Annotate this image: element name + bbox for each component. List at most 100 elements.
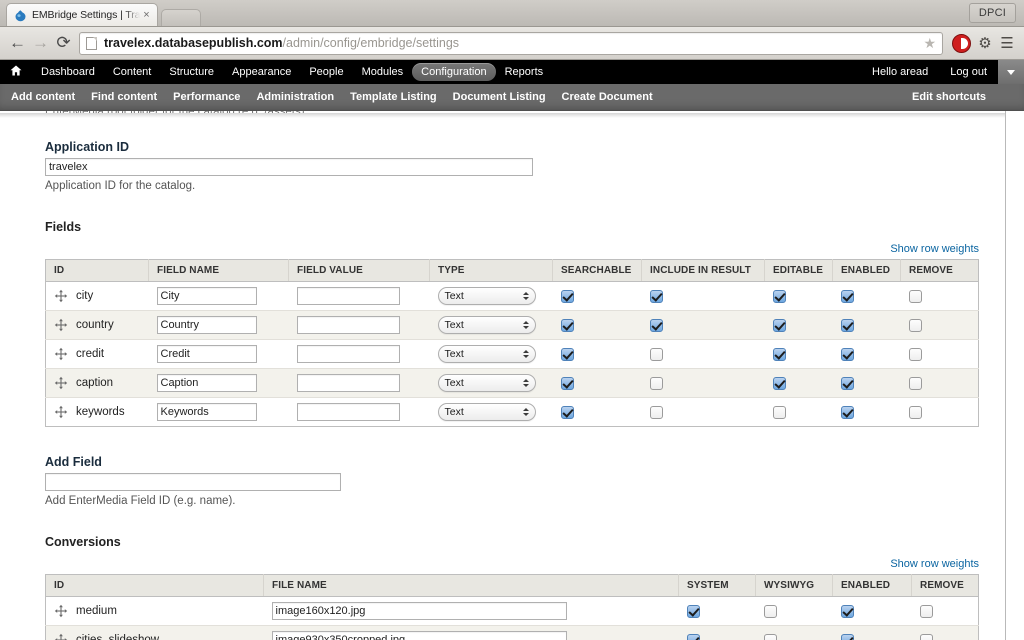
editable-checkbox[interactable] bbox=[772, 318, 786, 332]
row-id-label: caption bbox=[76, 377, 114, 389]
type-select[interactable]: Text bbox=[437, 403, 536, 421]
drag-handle-icon[interactable] bbox=[54, 376, 68, 390]
shortcut-administration[interactable]: Administration bbox=[256, 91, 334, 103]
type-select[interactable]: Text bbox=[437, 316, 536, 334]
bookmark-star-icon[interactable]: ★ bbox=[917, 35, 936, 52]
field-value-input[interactable] bbox=[296, 287, 400, 305]
system-checkbox[interactable] bbox=[686, 633, 700, 640]
gear-icon[interactable]: ⚙ bbox=[974, 34, 996, 52]
toolbar-item-structure[interactable]: Structure bbox=[160, 63, 223, 81]
searchable-checkbox[interactable] bbox=[560, 347, 574, 361]
stepper-arrows-icon bbox=[522, 292, 529, 300]
drag-handle-icon[interactable] bbox=[54, 604, 68, 618]
toolbar-item-reports[interactable]: Reports bbox=[496, 63, 553, 81]
type-select[interactable]: Text bbox=[437, 287, 536, 305]
field-name-input[interactable] bbox=[156, 345, 257, 363]
field-value-input[interactable] bbox=[296, 345, 400, 363]
url-domain: travelex.databasepublish.com bbox=[104, 36, 283, 50]
logout-link[interactable]: Log out bbox=[939, 63, 998, 81]
editable-checkbox[interactable] bbox=[772, 405, 786, 419]
cell-remove bbox=[911, 596, 979, 626]
shortcut-create-document[interactable]: Create Document bbox=[562, 91, 653, 103]
dpci-button[interactable]: DPCI bbox=[968, 3, 1016, 23]
forward-icon[interactable]: → bbox=[29, 32, 52, 55]
type-select[interactable]: Text bbox=[437, 374, 536, 392]
edit-shortcuts-link[interactable]: Edit shortcuts bbox=[912, 91, 986, 103]
drag-handle-icon[interactable] bbox=[54, 405, 68, 419]
toolbar-item-modules[interactable]: Modules bbox=[353, 63, 413, 81]
toolbar-item-configuration[interactable]: Configuration bbox=[412, 63, 496, 81]
enabled-checkbox[interactable] bbox=[840, 289, 854, 303]
show-row-weights-link-fields[interactable]: Show row weights bbox=[890, 243, 979, 255]
chevron-down-icon bbox=[1007, 69, 1015, 75]
searchable-checkbox[interactable] bbox=[560, 289, 574, 303]
toolbar-item-people[interactable]: People bbox=[300, 63, 352, 81]
editable-checkbox[interactable] bbox=[772, 376, 786, 390]
add-field-input[interactable] bbox=[45, 473, 341, 491]
home-icon[interactable] bbox=[10, 65, 22, 79]
drag-handle-icon[interactable] bbox=[54, 289, 68, 303]
searchable-checkbox[interactable] bbox=[560, 376, 574, 390]
enabled-checkbox[interactable] bbox=[840, 376, 854, 390]
hamburger-menu-icon[interactable]: ☰ bbox=[996, 34, 1018, 52]
field-name-input[interactable] bbox=[156, 287, 257, 305]
drag-handle-icon[interactable] bbox=[54, 347, 68, 361]
remove-checkbox[interactable] bbox=[919, 633, 933, 640]
remove-checkbox[interactable] bbox=[908, 347, 922, 361]
include-in-result-checkbox[interactable] bbox=[649, 289, 663, 303]
include-in-result-checkbox[interactable] bbox=[649, 347, 663, 361]
remove-checkbox[interactable] bbox=[919, 604, 933, 618]
searchable-checkbox[interactable] bbox=[560, 405, 574, 419]
include-in-result-checkbox[interactable] bbox=[649, 405, 663, 419]
address-bar[interactable]: travelex.databasepublish.com/admin/confi… bbox=[79, 31, 943, 55]
remove-checkbox[interactable] bbox=[908, 289, 922, 303]
field-name-input[interactable] bbox=[156, 374, 257, 392]
application-id-input[interactable] bbox=[45, 158, 533, 176]
remove-checkbox[interactable] bbox=[908, 318, 922, 332]
system-checkbox[interactable] bbox=[686, 604, 700, 618]
shortcut-document-listing[interactable]: Document Listing bbox=[453, 91, 546, 103]
enabled-checkbox[interactable] bbox=[840, 633, 854, 640]
enabled-checkbox[interactable] bbox=[840, 318, 854, 332]
shortcut-add-content[interactable]: Add content bbox=[11, 91, 75, 103]
editable-checkbox[interactable] bbox=[772, 289, 786, 303]
user-greeting[interactable]: Hello aread bbox=[861, 63, 939, 81]
back-icon[interactable]: ← bbox=[6, 32, 29, 55]
col-remove: REMOVE bbox=[900, 259, 979, 282]
new-tab-button[interactable] bbox=[161, 9, 201, 26]
toolbar-item-content[interactable]: Content bbox=[104, 63, 161, 81]
field-value-input[interactable] bbox=[296, 403, 400, 421]
shortcut-performance[interactable]: Performance bbox=[173, 91, 240, 103]
include-in-result-checkbox[interactable] bbox=[649, 376, 663, 390]
wysiwyg-checkbox[interactable] bbox=[763, 633, 777, 640]
file-name-input[interactable] bbox=[271, 602, 567, 620]
drag-handle-icon[interactable] bbox=[54, 318, 68, 332]
shortcut-template-listing[interactable]: Template Listing bbox=[350, 91, 437, 103]
cell-wysiwyg bbox=[756, 626, 833, 640]
field-value-input[interactable] bbox=[296, 374, 400, 392]
wysiwyg-checkbox[interactable] bbox=[763, 604, 777, 618]
type-select[interactable]: Text bbox=[437, 345, 536, 363]
close-icon[interactable]: × bbox=[140, 9, 153, 22]
adblock-icon[interactable] bbox=[952, 33, 971, 53]
toolbar-item-dashboard[interactable]: Dashboard bbox=[32, 63, 104, 81]
remove-checkbox[interactable] bbox=[908, 376, 922, 390]
reload-icon[interactable]: ⟳ bbox=[52, 32, 75, 55]
field-value-input[interactable] bbox=[296, 316, 400, 334]
enabled-checkbox[interactable] bbox=[840, 405, 854, 419]
show-row-weights-link-conversions[interactable]: Show row weights bbox=[890, 558, 979, 570]
enabled-checkbox[interactable] bbox=[840, 347, 854, 361]
searchable-checkbox[interactable] bbox=[560, 318, 574, 332]
include-in-result-checkbox[interactable] bbox=[649, 318, 663, 332]
browser-tab[interactable]: EMBridge Settings | Travel × bbox=[6, 3, 158, 26]
file-name-input[interactable] bbox=[271, 631, 567, 640]
shortcut-find-content[interactable]: Find content bbox=[91, 91, 157, 103]
field-name-input[interactable] bbox=[156, 316, 257, 334]
editable-checkbox[interactable] bbox=[772, 347, 786, 361]
field-name-input[interactable] bbox=[156, 403, 257, 421]
drag-handle-icon[interactable] bbox=[54, 633, 68, 640]
toolbar-drawer-toggle[interactable] bbox=[998, 60, 1024, 84]
enabled-checkbox[interactable] bbox=[840, 604, 854, 618]
remove-checkbox[interactable] bbox=[908, 405, 922, 419]
toolbar-item-appearance[interactable]: Appearance bbox=[223, 63, 300, 81]
